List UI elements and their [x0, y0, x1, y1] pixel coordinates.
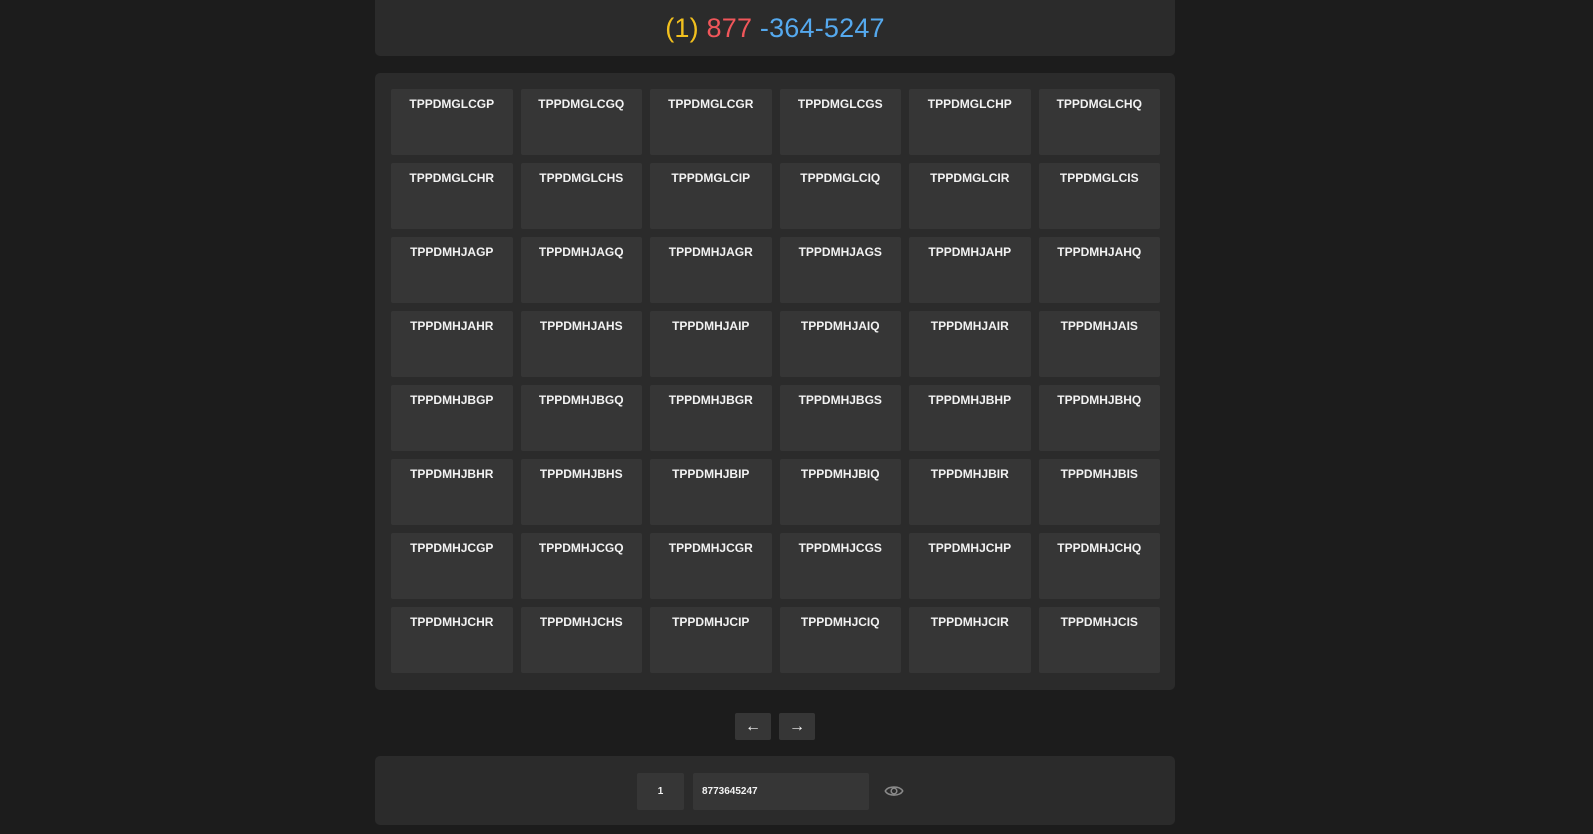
grid-cell[interactable]: TPPDMHJAHS: [520, 311, 642, 377]
grid-cell[interactable]: TPPDMHJBHR: [391, 459, 513, 525]
grid-cell[interactable]: TPPDMHJBGP: [391, 385, 513, 451]
pagination: ← →: [735, 713, 815, 740]
grid-cell[interactable]: TPPDMHJCIR: [909, 607, 1031, 673]
header-panel: (1) 877 -364-5247: [375, 0, 1175, 56]
grid-cell[interactable]: TPPDMHJAIQ: [779, 311, 901, 377]
phone-country-code: (1): [665, 12, 699, 43]
phone-number-display: (1) 877 -364-5247: [665, 13, 885, 44]
grid-cell[interactable]: TPPDMGLCIR: [909, 163, 1031, 229]
grid-cell[interactable]: TPPDMHJBIS: [1038, 459, 1160, 525]
grid-cell[interactable]: TPPDMHJAGS: [779, 237, 901, 303]
grid-cell[interactable]: TPPDMHJCIP: [650, 607, 772, 673]
grid-cell[interactable]: TPPDMHJAHP: [909, 237, 1031, 303]
grid-cell[interactable]: TPPDMGLCHR: [391, 163, 513, 229]
grid-cell[interactable]: TPPDMHJAIP: [650, 311, 772, 377]
grid-cell[interactable]: TPPDMHJAIS: [1038, 311, 1160, 377]
grid-cell[interactable]: TPPDMGLCIS: [1038, 163, 1160, 229]
grid-cell[interactable]: TPPDMHJBIR: [909, 459, 1031, 525]
grid-cell[interactable]: TPPDMHJCIS: [1038, 607, 1160, 673]
prev-page-button[interactable]: ←: [735, 713, 771, 740]
grid-cell[interactable]: TPPDMHJBGS: [779, 385, 901, 451]
grid-cell[interactable]: TPPDMHJCHP: [909, 533, 1031, 599]
grid-cell[interactable]: TPPDMGLCHP: [909, 89, 1031, 155]
grid-cell[interactable]: TPPDMHJCGR: [650, 533, 772, 599]
grid-cell[interactable]: TPPDMHJBGQ: [520, 385, 642, 451]
grid-cell[interactable]: TPPDMGLCHQ: [1038, 89, 1160, 155]
grid-cell[interactable]: TPPDMGLCGQ: [520, 89, 642, 155]
phone-number-rest: -364-5247: [752, 12, 885, 43]
phone-number-input[interactable]: [693, 773, 869, 810]
grid-cell[interactable]: TPPDMHJAHR: [391, 311, 513, 377]
grid-cell[interactable]: TPPDMGLCHS: [520, 163, 642, 229]
grid-cell[interactable]: TPPDMHJCIQ: [779, 607, 901, 673]
grid-cell[interactable]: TPPDMHJBIP: [650, 459, 772, 525]
next-page-button[interactable]: →: [779, 713, 815, 740]
grid-cell[interactable]: TPPDMHJBHS: [520, 459, 642, 525]
grid-cell[interactable]: TPPDMHJCHQ: [1038, 533, 1160, 599]
phone-area-code: 877: [698, 12, 753, 43]
footer-panel: 1: [375, 756, 1175, 825]
grid-cell[interactable]: TPPDMHJBHQ: [1038, 385, 1160, 451]
grid-cell[interactable]: TPPDMHJAGR: [650, 237, 772, 303]
grid-cell[interactable]: TPPDMHJBGR: [650, 385, 772, 451]
grid-cell[interactable]: TPPDMHJCGQ: [520, 533, 642, 599]
eye-icon[interactable]: [884, 782, 904, 800]
grid-cell[interactable]: TPPDMHJCHS: [520, 607, 642, 673]
page: (1) 877 -364-5247 TPPDMGLCGP TPPDMGLCGQ TP…: [0, 0, 1593, 834]
grid-cell[interactable]: TPPDMHJAIR: [909, 311, 1031, 377]
grid-cell[interactable]: TPPDMGLCGR: [650, 89, 772, 155]
grid-cell[interactable]: TPPDMHJCGP: [391, 533, 513, 599]
grid-cell[interactable]: TPPDMHJBHP: [909, 385, 1031, 451]
page-number-box[interactable]: 1: [637, 773, 684, 810]
grid-cell[interactable]: TPPDMHJAGQ: [520, 237, 642, 303]
grid-cell[interactable]: TPPDMHJAGP: [391, 237, 513, 303]
grid-cell[interactable]: TPPDMHJCHR: [391, 607, 513, 673]
grid-cell[interactable]: TPPDMGLCIP: [650, 163, 772, 229]
word-grid-panel: TPPDMGLCGP TPPDMGLCGQ TPPDMGLCGR TPPDMGLCGS…: [375, 73, 1175, 690]
grid-cell[interactable]: TPPDMGLCIQ: [779, 163, 901, 229]
grid-cell[interactable]: TPPDMHJBIQ: [779, 459, 901, 525]
grid-cell[interactable]: TPPDMGLCGP: [391, 89, 513, 155]
grid-cell[interactable]: TPPDMHJCGS: [779, 533, 901, 599]
word-grid: TPPDMGLCGP TPPDMGLCGQ TPPDMGLCGR TPPDMGLCGS…: [391, 89, 1160, 673]
grid-cell[interactable]: TPPDMGLCGS: [779, 89, 901, 155]
grid-cell[interactable]: TPPDMHJAHQ: [1038, 237, 1160, 303]
